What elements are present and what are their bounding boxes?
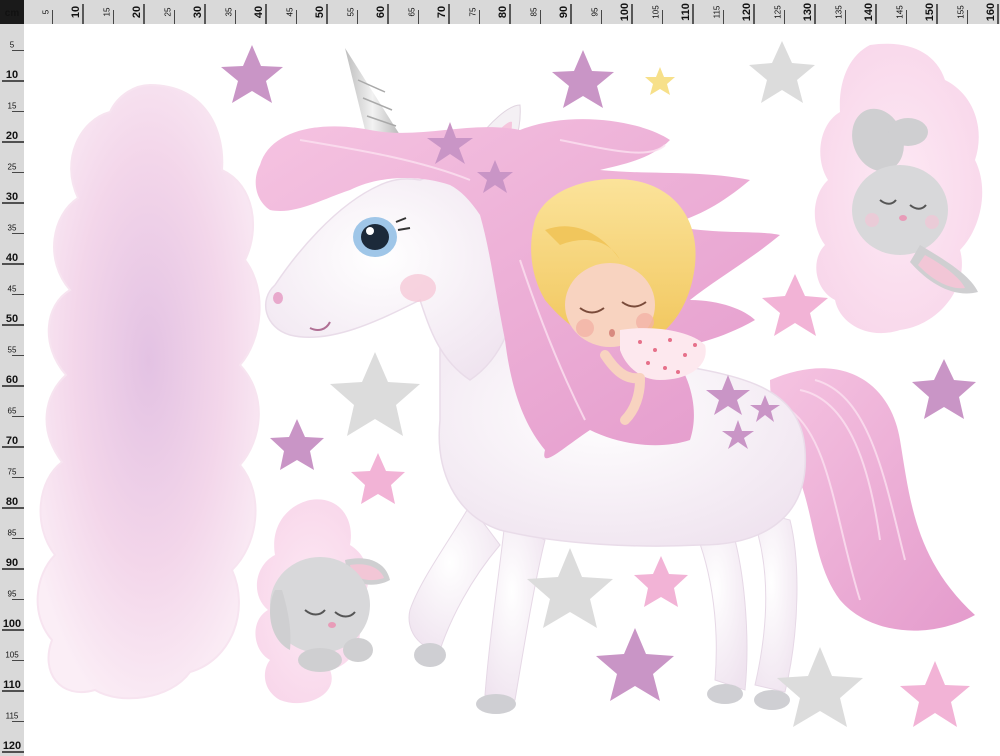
top-ruler-label: 5 — [42, 9, 51, 14]
top-ruler-label: 125 — [774, 5, 783, 19]
left-ruler-label: 115 — [6, 712, 19, 721]
left-ruler-label: 85 — [8, 529, 17, 538]
top-ruler-label: 15 — [103, 7, 112, 16]
star-lilac — [221, 45, 283, 103]
top-ruler-label: 150 — [924, 3, 936, 21]
top-ruler-label: 25 — [164, 7, 173, 16]
tall-cloud — [36, 83, 261, 700]
top-ruler-label: 115 — [713, 5, 722, 18]
top-ruler-label: 95 — [591, 7, 600, 16]
star-pink — [351, 453, 405, 504]
top-ruler-label: 100 — [619, 3, 631, 21]
bunny-on-cloud-bottom-left — [255, 499, 390, 704]
left-ruler-label: 90 — [6, 557, 18, 569]
top-ruler: 5 10 15 20 25 30 35 40 45 50 55 60 65 70 75 80 85 90 95 100… — [0, 0, 1000, 24]
top-ruler-label: 10 — [70, 6, 82, 18]
top-ruler-label: 60 — [375, 6, 387, 18]
top-ruler-label: 120 — [741, 3, 753, 21]
left-ruler-label: 55 — [8, 346, 17, 355]
artwork-canvas: 5 10 15 20 25 30 35 40 45 50 55 60 65 70 75 80 85 90 95 100… — [0, 0, 1000, 756]
star-yellow — [645, 67, 675, 95]
bunny-on-cloud-top-right — [814, 43, 983, 334]
top-ruler-label: 45 — [286, 7, 295, 16]
top-ruler-label: 80 — [497, 6, 509, 18]
star-pink — [634, 556, 688, 607]
left-ruler-label: 20 — [6, 130, 18, 142]
left-ruler-label: 120 — [3, 740, 21, 752]
top-ruler-label: 110 — [680, 3, 692, 21]
top-ruler-label: 155 — [957, 5, 966, 19]
top-ruler-label: 140 — [863, 3, 875, 21]
top-ruler-label: 145 — [896, 5, 905, 19]
left-ruler-label: 110 — [3, 679, 21, 691]
star-lilac — [596, 628, 674, 701]
star-pink — [900, 661, 970, 727]
star-lilac — [552, 50, 614, 108]
top-ruler-label: 70 — [436, 6, 448, 18]
star-grey — [330, 352, 420, 436]
top-ruler-label: 75 — [469, 7, 478, 16]
top-ruler-label: 85 — [530, 7, 539, 16]
left-ruler-label: 50 — [6, 313, 18, 325]
top-ruler-label: 20 — [131, 6, 143, 18]
left-ruler: 5 10 15 20 25 30 35 40 45 50 55 60 65 70 75 80 85 90 95 100… — [0, 0, 24, 756]
left-ruler-label: 40 — [6, 252, 18, 264]
left-ruler-label: 105 — [5, 651, 19, 660]
star-pink — [762, 274, 828, 336]
top-ruler-label: 35 — [225, 7, 234, 16]
left-ruler-label: 5 — [10, 41, 15, 50]
top-ruler-label: 50 — [314, 6, 326, 18]
left-ruler-label: 35 — [8, 224, 17, 233]
top-ruler-label: 65 — [408, 7, 417, 16]
top-ruler-label: 130 — [802, 3, 814, 21]
left-ruler-label: 70 — [6, 435, 18, 447]
star-lilac — [270, 419, 324, 470]
wall-sticker-sheet: 5 10 15 20 25 30 35 40 45 50 55 60 65 70 75 80 85 90 95 100… — [0, 0, 1000, 756]
left-ruler-label: 45 — [8, 285, 17, 294]
left-ruler-label: 10 — [6, 69, 18, 81]
left-ruler-label: 100 — [3, 618, 21, 630]
left-ruler-label: 80 — [6, 496, 18, 508]
top-ruler-label: 55 — [347, 7, 356, 16]
left-ruler-label: 65 — [8, 407, 17, 416]
left-ruler-label: 95 — [8, 590, 17, 599]
top-ruler-label: 135 — [835, 5, 844, 19]
star-grey — [749, 41, 815, 103]
left-ruler-label: 75 — [8, 468, 17, 477]
top-ruler-label: 90 — [558, 6, 570, 18]
top-ruler-label: 105 — [652, 5, 661, 19]
left-ruler-label: 30 — [6, 191, 18, 203]
star-lilac — [912, 359, 976, 419]
left-ruler-label: 25 — [8, 163, 17, 172]
top-ruler-label: 160 — [985, 3, 997, 21]
left-ruler-label: 60 — [6, 374, 18, 386]
top-ruler-label: 30 — [192, 6, 204, 18]
left-ruler-label: 15 — [8, 102, 17, 111]
top-ruler-label: 40 — [253, 6, 265, 18]
ruler-unit-label: cm — [5, 8, 20, 19]
